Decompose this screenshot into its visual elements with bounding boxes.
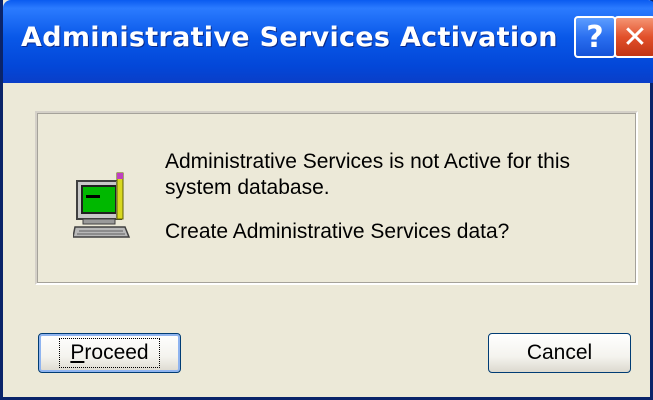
help-button[interactable]: ? — [574, 16, 616, 58]
help-icon: ? — [586, 19, 604, 55]
proceed-button-label: Proceed — [59, 338, 160, 368]
message-text: Administrative Services is not Active fo… — [165, 150, 570, 199]
close-button[interactable]: ✕ — [614, 16, 653, 58]
dialog-body: Administrative Services is not Active fo… — [3, 83, 650, 397]
question-text: Create Administrative Services data? — [165, 220, 510, 243]
cancel-button-label: Cancel — [526, 341, 593, 364]
dialog-window: Administrative Services Activation ? ✕ A… — [0, 0, 653, 400]
proceed-button[interactable]: Proceed — [38, 333, 181, 373]
proceed-mnemonic: P — [70, 341, 85, 364]
proceed-label-rest: roceed — [84, 341, 149, 364]
cancel-button[interactable]: Cancel — [488, 333, 631, 373]
message-panel: Administrative Services is not Active fo… — [35, 111, 638, 285]
title-bar[interactable]: Administrative Services Activation ? ✕ — [3, 0, 653, 83]
window-title: Administrative Services Activation — [21, 22, 558, 53]
computer-terminal-icon — [72, 171, 133, 241]
close-icon: ✕ — [622, 19, 648, 55]
